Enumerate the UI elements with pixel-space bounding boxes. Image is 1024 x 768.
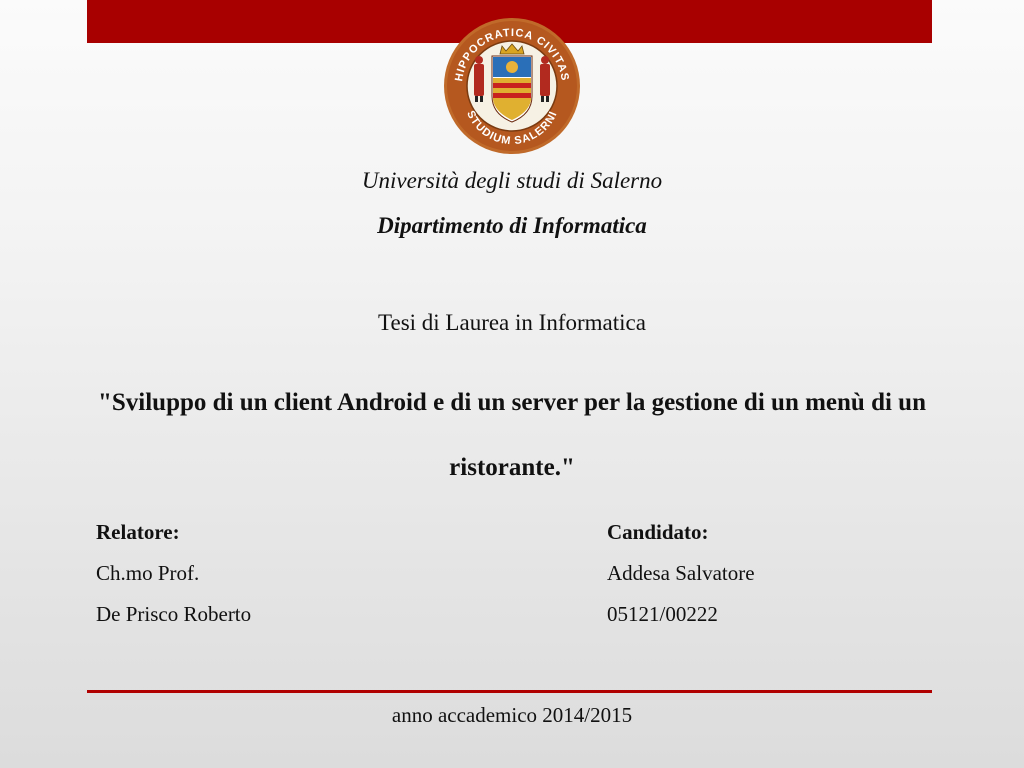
supervisor-name: De Prisco Roberto xyxy=(96,602,252,626)
footer-divider xyxy=(87,690,932,693)
university-seal-logo: HIPPOCRATICA CIVITAS STUDIUM SALERNI xyxy=(444,18,580,154)
university-name: Università degli studi di Salerno xyxy=(361,168,663,193)
slide: HIPPOCRATICA CIVITAS STUDIUM SALERNI Uni… xyxy=(0,0,1024,768)
supervisor-label: Relatore: xyxy=(96,520,180,544)
supervisor-title: Ch.mo Prof. xyxy=(96,561,200,585)
academic-year: anno accademico 2014/2015 xyxy=(391,703,633,727)
candidate-id: 05121/00222 xyxy=(607,602,718,626)
supervisor-block: Relatore: Ch.mo Prof. De Prisco Roberto xyxy=(96,512,251,635)
department-name: Dipartimento di Informatica xyxy=(377,213,647,238)
thesis-type: Tesi di Laurea in Informatica xyxy=(378,310,646,335)
candidate-label: Candidato: xyxy=(607,520,709,544)
candidate-name: Addesa Salvatore xyxy=(607,561,755,585)
thesis-title: "Sviluppo di un client Android e di un s… xyxy=(98,389,926,481)
candidate-block: Candidato: Addesa Salvatore 05121/00222 xyxy=(607,512,755,635)
